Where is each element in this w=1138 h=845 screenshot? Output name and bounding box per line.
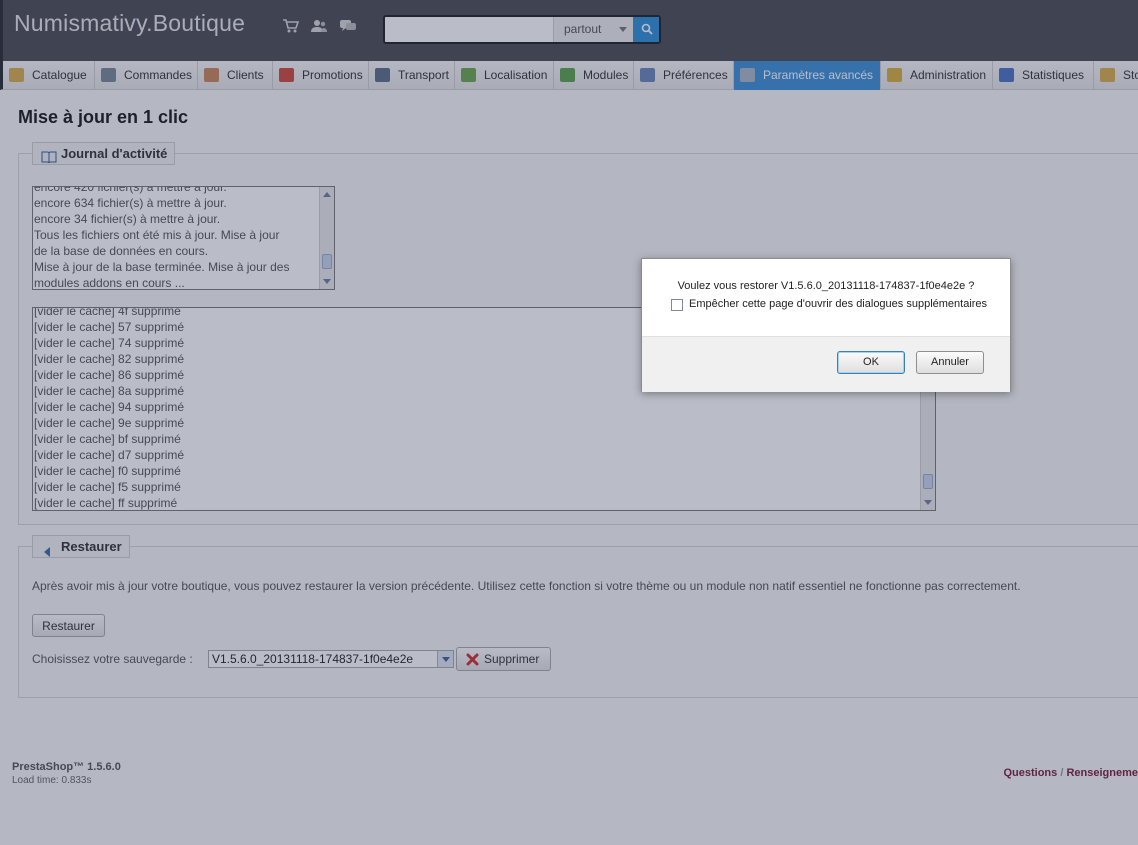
suppress-dialogs-label[interactable]: Empêcher cette page d'ouvrir des dialogu… bbox=[689, 298, 987, 310]
dialog-footer: OK Annuler bbox=[642, 336, 1010, 392]
suppress-dialogs-checkbox[interactable] bbox=[671, 299, 683, 311]
dialog-message: Voulez vous restorer V1.5.6.0_20131118-1… bbox=[677, 280, 975, 292]
cancel-button[interactable]: Annuler bbox=[916, 351, 984, 374]
confirm-dialog: Voulez vous restorer V1.5.6.0_20131118-1… bbox=[641, 258, 1011, 392]
ok-button[interactable]: OK bbox=[837, 351, 905, 374]
modal-overlay bbox=[0, 0, 1138, 845]
